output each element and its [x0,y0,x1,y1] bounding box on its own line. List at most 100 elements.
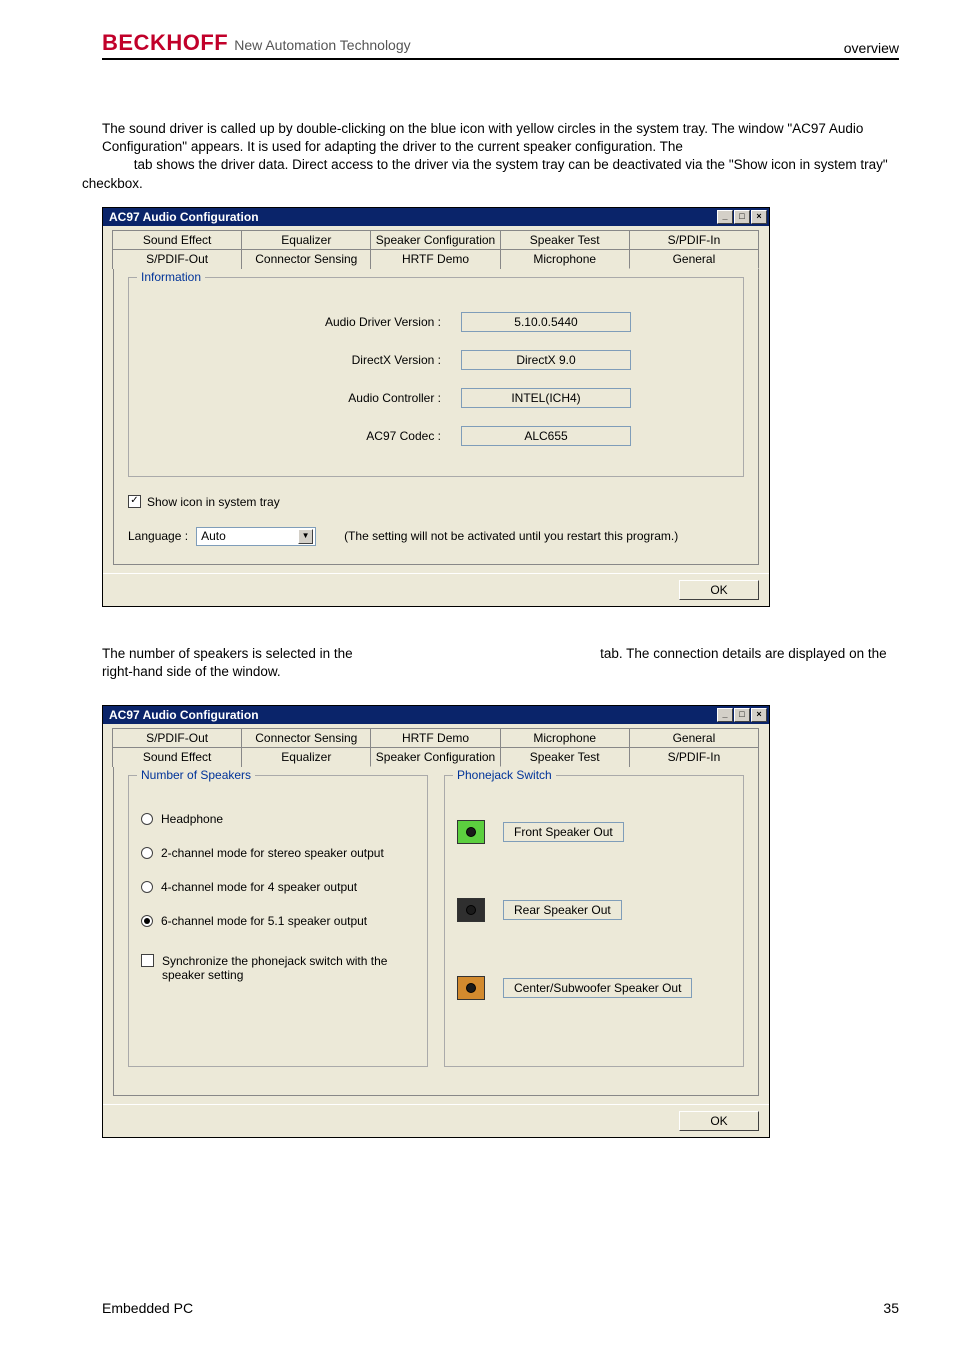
logo: BECKHOFF [102,30,228,56]
info-row: AC97 Codec : ALC655 [141,426,731,446]
language-label: Language : [128,529,188,543]
jack-row: Center/Subwoofer Speaker Out [457,976,731,1000]
radio-label: 2-channel mode for stereo speaker output [161,846,384,860]
radio-icon[interactable] [141,847,153,859]
info-row: DirectX Version : DirectX 9.0 [141,350,731,370]
radio-icon[interactable] [141,813,153,825]
jack-hole-icon [466,905,476,915]
body-paragraph-1: The sound driver is called up by double-… [102,120,899,156]
maximize-icon[interactable]: □ [734,210,750,224]
tabstrip: Sound EffectEqualizerSpeaker Configurati… [103,226,769,269]
window-title: AC97 Audio Configuration [109,708,259,722]
titlebar[interactable]: AC97 Audio Configuration _ □ × [103,208,769,226]
jack-hole-icon [466,827,476,837]
tabstrip: S/PDIF-OutConnector SensingHRTF DemoMicr… [103,724,769,767]
info-value: INTEL(ICH4) [461,388,631,408]
tab-panel-general: Information Audio Driver Version : 5.10.0… [113,268,759,565]
info-label: Audio Controller : [241,391,441,405]
jack-icon [457,898,485,922]
speaker-mode-option[interactable]: Headphone [141,812,415,826]
show-icon-label: Show icon in system tray [147,495,280,509]
tab-hrtf-demo[interactable]: HRTF Demo [370,728,500,747]
tab-microphone[interactable]: Microphone [500,249,630,269]
para2a: The number of speakers is selected in th… [102,646,356,661]
jack-icon [457,820,485,844]
para1a: The sound driver is called up by double-… [102,121,863,154]
tab-s-pdif-out[interactable]: S/PDIF-Out [112,249,242,269]
jack-label[interactable]: Center/Subwoofer Speaker Out [503,978,692,998]
tab-equalizer[interactable]: Equalizer [241,747,371,767]
tab-hrtf-demo[interactable]: HRTF Demo [370,249,500,269]
info-row: Audio Controller : INTEL(ICH4) [141,388,731,408]
language-note: (The setting will not be activated until… [344,529,678,543]
info-value: DirectX 9.0 [461,350,631,370]
speaker-mode-option[interactable]: 6-channel mode for 5.1 speaker output [141,914,415,928]
tab-s-pdif-in[interactable]: S/PDIF-In [629,747,759,767]
jack-label[interactable]: Rear Speaker Out [503,900,622,920]
info-label: Audio Driver Version : [241,315,441,329]
page-footer: Embedded PC 35 [102,1300,899,1316]
jack-label[interactable]: Front Speaker Out [503,822,624,842]
language-value: Auto [201,529,226,543]
tab-equalizer[interactable]: Equalizer [241,230,371,249]
tab-speaker-configuration[interactable]: Speaker Configuration [370,230,500,249]
sync-label: Synchronize the phonejack switch with th… [162,954,402,982]
radio-icon[interactable] [141,881,153,893]
minimize-icon[interactable]: _ [717,708,733,722]
speaker-mode-option[interactable]: 2-channel mode for stereo speaker output [141,846,415,860]
para1b: tab shows the driver data. Direct access… [82,157,888,190]
speaker-mode-option[interactable]: 4-channel mode for 4 speaker output [141,880,415,894]
close-icon[interactable]: × [751,708,767,722]
footer-page-number: 35 [883,1300,899,1316]
jack-icon [457,976,485,1000]
radio-icon[interactable] [141,915,153,927]
info-value: 5.10.0.5440 [461,312,631,332]
tab-panel-speaker: Number of Speakers Headphone 2-channel mo… [113,766,759,1096]
window-title: AC97 Audio Configuration [109,210,259,224]
chevron-down-icon[interactable]: ▼ [298,529,313,544]
show-icon-checkbox[interactable]: ✓ [128,495,141,508]
tab-sound-effect[interactable]: Sound Effect [112,230,242,249]
tab-speaker-configuration[interactable]: Speaker Configuration [370,747,500,767]
jack-row: Front Speaker Out [457,820,731,844]
tab-microphone[interactable]: Microphone [500,728,630,747]
radio-label: Headphone [161,812,223,826]
minimize-icon[interactable]: _ [717,210,733,224]
tagline: New Automation Technology [234,37,410,53]
fieldset-legend: Information [137,270,205,284]
header-section: overview [844,40,899,56]
ok-button[interactable]: OK [679,580,759,600]
body-paragraph-2: The number of speakers is selected in th… [102,645,899,681]
jack-hole-icon [466,983,476,993]
language-select[interactable]: Auto ▼ [196,527,316,546]
tab-connector-sensing[interactable]: Connector Sensing [241,249,371,269]
tab-speaker-test[interactable]: Speaker Test [500,230,630,249]
fieldset-num-speakers: Number of Speakers Headphone2-channel mo… [128,775,428,1067]
page-header: BECKHOFF New Automation Technology overv… [102,30,899,60]
titlebar[interactable]: AC97 Audio Configuration _ □ × [103,706,769,724]
sync-checkbox[interactable] [141,954,154,967]
maximize-icon[interactable]: □ [734,708,750,722]
jack-row: Rear Speaker Out [457,898,731,922]
radio-label: 4-channel mode for 4 speaker output [161,880,357,894]
info-row: Audio Driver Version : 5.10.0.5440 [141,312,731,332]
info-label: DirectX Version : [241,353,441,367]
tab-speaker-test[interactable]: Speaker Test [500,747,630,767]
fieldset-legend: Phonejack Switch [453,768,556,782]
dialog-speaker-config: AC97 Audio Configuration _ □ × S/PDIF-Ou… [102,705,770,1138]
footer-left: Embedded PC [102,1300,193,1316]
dialog-general: AC97 Audio Configuration _ □ × Sound Eff… [102,207,770,607]
tab-s-pdif-out[interactable]: S/PDIF-Out [112,728,242,747]
info-label: AC97 Codec : [241,429,441,443]
fieldset-information: Information Audio Driver Version :5.10.0… [128,277,744,477]
tab-connector-sensing[interactable]: Connector Sensing [241,728,371,747]
tab-general[interactable]: General [629,728,759,747]
fieldset-legend: Number of Speakers [137,768,255,782]
fieldset-phonejack: Phonejack Switch Front Speaker OutRear S… [444,775,744,1067]
close-icon[interactable]: × [751,210,767,224]
tab-general[interactable]: General [629,249,759,269]
info-value: ALC655 [461,426,631,446]
tab-sound-effect[interactable]: Sound Effect [112,747,242,767]
ok-button[interactable]: OK [679,1111,759,1131]
tab-s-pdif-in[interactable]: S/PDIF-In [629,230,759,249]
